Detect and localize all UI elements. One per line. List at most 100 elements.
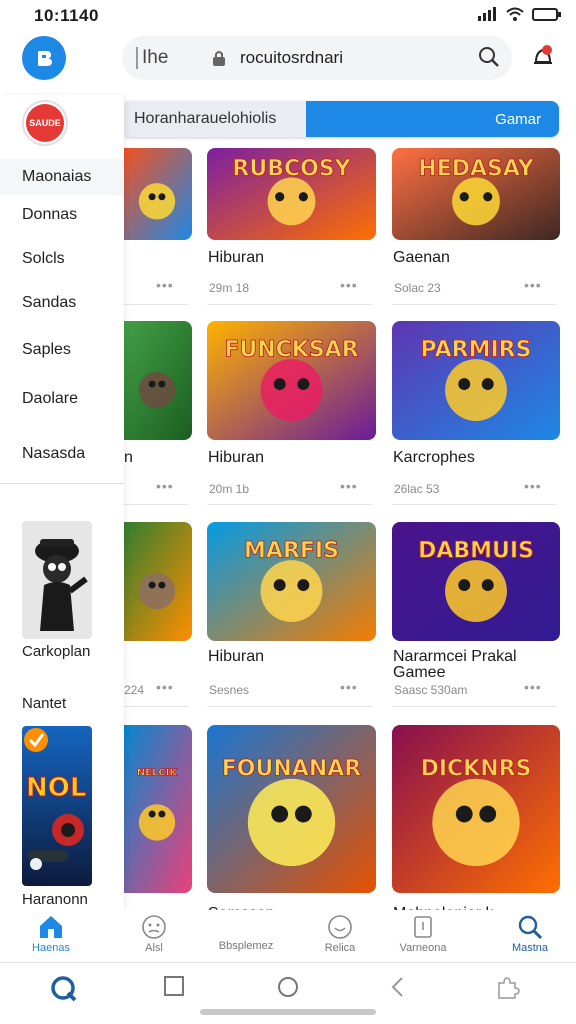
wifi-icon [506, 7, 524, 21]
row-divider [392, 706, 556, 707]
game-tile-title: n [124, 449, 133, 466]
search-bar[interactable]: Ihe [122, 36, 512, 80]
game-tile[interactable]: RUBCOSY [207, 148, 376, 240]
row-divider [392, 304, 556, 305]
row-divider [207, 304, 372, 305]
sidebar-item-2[interactable]: Solcls [22, 250, 65, 268]
row-divider [207, 504, 372, 505]
sidebar-card-1[interactable] [22, 521, 92, 639]
face-icon [142, 915, 166, 939]
sidebar-item-0[interactable]: Maonaias [22, 168, 91, 186]
game-tile-poster-text: DICKNRS [421, 756, 532, 781]
sidebar-card-2-poster-text: NOL [26, 773, 86, 803]
nav-home-label: Haenas [32, 942, 70, 954]
game-tile-art: DICKNRS [392, 725, 560, 893]
row-divider [122, 504, 188, 505]
game-tile[interactable]: FUNCKSAR [207, 321, 376, 440]
row-divider [207, 706, 372, 707]
banner-left-label: Horanharauelohiolis [122, 101, 306, 137]
category-banner[interactable]: Horanharauelohiolis Gamar [122, 101, 559, 137]
game-tile-more-icon[interactable]: ••• [524, 277, 542, 293]
game-tile-art: FUNCKSAR [207, 321, 376, 440]
game-tile[interactable] [122, 522, 192, 641]
game-tile-art: PARMIRS [392, 321, 560, 440]
game-tile-poster-text: RUBCOSY [232, 157, 351, 182]
banner-action-button[interactable]: Gamar [306, 101, 559, 137]
app-logo[interactable] [22, 36, 66, 80]
status-time: 10:1140 [34, 6, 99, 25]
game-tile-more-icon[interactable]: ••• [524, 679, 542, 695]
game-tile-more-icon[interactable]: ••• [524, 478, 542, 494]
sidebar-item-4[interactable]: Saples [22, 341, 71, 359]
game-tile-more-icon[interactable]: ••• [340, 478, 358, 494]
game-tile[interactable] [122, 321, 192, 440]
sidebar-card-2[interactable]: NOL [22, 726, 92, 886]
sidebar-divider [0, 483, 124, 484]
game-tile-title: Karcrophes [393, 449, 475, 466]
sidebar-card-2-label: Haranonn [22, 891, 88, 908]
game-tile-poster-text: MARFIS [244, 539, 339, 564]
game-tile-meta: Saasc 530am [394, 683, 468, 697]
sidebar-badge-label: SAUDE [26, 104, 64, 142]
game-tile[interactable]: NELCIK [122, 725, 192, 893]
bookmark-icon [414, 916, 432, 938]
puzzle-icon[interactable] [494, 975, 520, 1001]
game-tile[interactable]: HEDASAY [392, 148, 560, 240]
bottom-navigation: Haenas Alsl Bbsplemez Relica Varneona Ma… [0, 910, 576, 962]
recents-icon[interactable] [163, 975, 185, 997]
home-button-icon[interactable] [276, 975, 300, 999]
nav-item-2[interactable]: Alsl [114, 914, 194, 954]
sidebar-section-label: Nantet [22, 695, 67, 712]
game-tile-meta: Sesnes [209, 683, 250, 697]
game-tile-more-icon[interactable]: ••• [156, 679, 174, 695]
game-tile-poster-text: FOUNANAR [222, 756, 361, 781]
notification-bell-icon[interactable] [532, 44, 554, 68]
nav-item-4-label: Relica [324, 942, 356, 954]
game-tile[interactable] [122, 148, 192, 240]
game-tile[interactable]: FOUNANAR [207, 725, 376, 893]
game-tile[interactable]: DABMUIS [392, 522, 560, 641]
sidebar-card-1-label: Carkoplan [22, 643, 91, 660]
search-input[interactable] [240, 48, 470, 68]
game-tile-more-icon[interactable]: ••• [156, 478, 174, 494]
sidebar-item-6[interactable]: Nasasda [22, 445, 85, 463]
game-tile-more-icon[interactable]: ••• [340, 679, 358, 695]
lock-icon [213, 51, 225, 66]
game-tile-poster-text: PARMIRS [421, 338, 532, 363]
row-divider [122, 706, 188, 707]
game-tile-art [122, 148, 192, 240]
game-tile[interactable]: PARMIRS [392, 321, 560, 440]
row-divider [392, 504, 556, 505]
game-tile-art: DABMUIS [392, 522, 560, 641]
game-tile-poster-text: FUNCKSAR [224, 338, 358, 363]
app-shortcut-icon[interactable] [50, 975, 78, 1003]
search-prefix: Ihe [136, 47, 196, 69]
game-tile-more-icon[interactable]: ••• [340, 277, 358, 293]
nav-home[interactable]: Haenas [11, 914, 91, 954]
sidebar-badge[interactable]: SAUDE [22, 100, 68, 146]
back-icon[interactable] [388, 975, 408, 999]
nav-item-5[interactable]: Varneona [383, 914, 463, 954]
game-tile-more-icon[interactable]: ••• [156, 277, 174, 293]
game-tile-poster-text: NELCIK [137, 767, 179, 778]
sidebar-item-5[interactable]: Daolare [22, 390, 78, 408]
nav-search-label: Mastna [511, 942, 549, 954]
smile-icon [328, 915, 352, 939]
game-tile[interactable]: MARFIS [207, 522, 376, 641]
nav-item-3[interactable]: Bbsplemez [206, 940, 286, 952]
home-icon [40, 916, 62, 938]
game-tile-meta: 26lac 53 [394, 482, 440, 496]
nav-item-4[interactable]: Relica [300, 914, 380, 954]
row-divider [122, 304, 188, 305]
game-tile-art: NELCIK [122, 725, 192, 893]
game-tile[interactable]: DICKNRS [392, 725, 560, 893]
sidebar-item-1[interactable]: Donnas [22, 206, 77, 224]
game-tile-poster-text: DABMUIS [418, 539, 534, 564]
sidebar-card-2-art: NOL [22, 726, 92, 886]
logo-icon [38, 51, 52, 66]
search-icon[interactable] [478, 46, 500, 68]
nav-item-5-label: Varneona [399, 942, 447, 954]
nav-search[interactable]: Mastna [490, 914, 570, 954]
sidebar-item-3[interactable]: Sandas [22, 294, 76, 312]
game-tile-art: RUBCOSY [207, 148, 376, 240]
